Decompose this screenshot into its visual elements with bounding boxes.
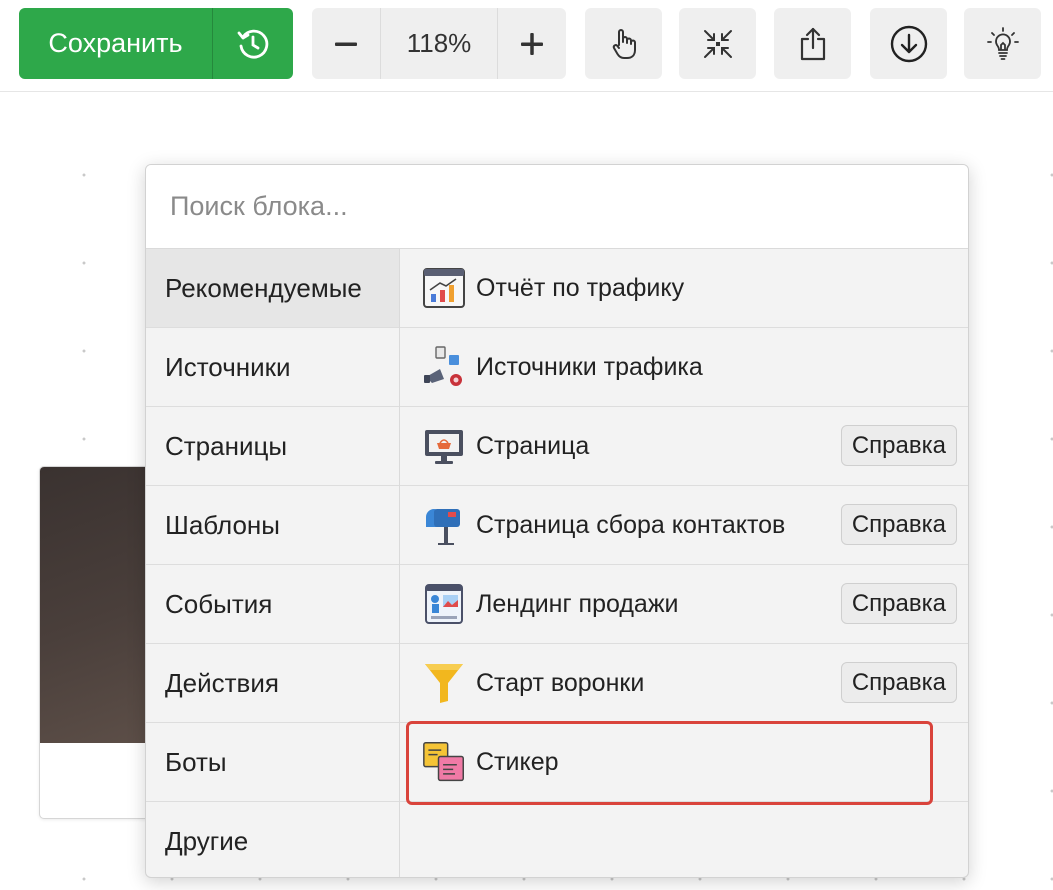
category-templates[interactable]: Шаблоны xyxy=(146,486,399,565)
sticker-icon xyxy=(422,740,466,784)
category-sources[interactable]: Источники xyxy=(146,328,399,407)
hand-pointer-icon xyxy=(612,28,636,59)
collapse-icon xyxy=(703,29,732,58)
save-button-group: Сохранить xyxy=(19,8,293,79)
help-button[interactable]: Справка xyxy=(840,425,957,466)
block-label: Лендинг продажи xyxy=(476,589,679,618)
help-button[interactable]: Справка xyxy=(840,662,957,703)
toolbar: Сохранить 118% xyxy=(0,0,1053,92)
hand-tool-button[interactable] xyxy=(585,8,662,79)
category-list: Рекомендуемые Источники Страницы Шаблоны… xyxy=(146,249,400,877)
block-item-funnel-start[interactable]: Старт воронки Справка xyxy=(400,644,968,723)
block-label: Страница xyxy=(476,431,590,460)
zoom-level: 118% xyxy=(380,8,498,79)
block-search-input[interactable] xyxy=(146,165,968,249)
save-button[interactable]: Сохранить xyxy=(19,8,213,79)
landing-icon xyxy=(422,582,466,626)
traffic-report-icon xyxy=(422,266,466,310)
block-item-contacts-page[interactable]: Страница сбора контактов Справка xyxy=(400,486,968,565)
history-icon xyxy=(237,29,269,58)
category-bots[interactable]: Боты xyxy=(146,723,399,802)
block-item-traffic-sources[interactable]: Источники трафика xyxy=(400,328,968,407)
tips-button[interactable] xyxy=(964,8,1041,79)
zoom-in-button[interactable] xyxy=(498,8,566,79)
canvas-page-card[interactable] xyxy=(39,466,159,819)
block-label: Источники трафика xyxy=(476,352,703,381)
funnel-icon xyxy=(422,661,466,705)
lightbulb-icon xyxy=(986,26,1019,60)
minus-icon xyxy=(335,42,357,46)
zoom-out-button[interactable] xyxy=(312,8,380,79)
download-icon xyxy=(890,25,927,62)
help-button[interactable]: Справка xyxy=(840,583,957,624)
block-picker: Рекомендуемые Источники Страницы Шаблоны… xyxy=(145,164,969,878)
category-recommended[interactable]: Рекомендуемые xyxy=(146,249,399,328)
block-label: Старт воронки xyxy=(476,668,645,697)
category-pages[interactable]: Страницы xyxy=(146,407,399,486)
block-item-sticker[interactable]: Стикер xyxy=(400,723,968,802)
collapse-button[interactable] xyxy=(679,8,756,79)
page-monitor-icon xyxy=(422,424,466,468)
block-label: Страница сбора контактов xyxy=(476,510,786,539)
block-item-sales-landing[interactable]: Лендинг продажи Справка xyxy=(400,565,968,644)
plus-icon xyxy=(521,32,543,55)
block-item-traffic-report[interactable]: Отчёт по трафику xyxy=(400,249,968,328)
category-actions[interactable]: Действия xyxy=(146,644,399,723)
block-label: Отчёт по трафику xyxy=(476,273,685,302)
history-button[interactable] xyxy=(213,8,293,79)
block-list: Отчёт по трафику Источники трафика Стран… xyxy=(400,249,968,877)
traffic-sources-icon xyxy=(422,345,466,389)
share-icon xyxy=(800,27,825,60)
zoom-control: 118% xyxy=(312,8,566,79)
block-label: Стикер xyxy=(476,747,559,776)
category-other[interactable]: Другие xyxy=(146,802,399,877)
category-events[interactable]: События xyxy=(146,565,399,644)
block-item-page[interactable]: Страница Справка xyxy=(400,407,968,486)
mailbox-icon xyxy=(422,503,466,547)
canvas-page-preview xyxy=(40,467,158,743)
share-button[interactable] xyxy=(774,8,851,79)
help-button[interactable]: Справка xyxy=(840,504,957,545)
download-button[interactable] xyxy=(870,8,947,79)
